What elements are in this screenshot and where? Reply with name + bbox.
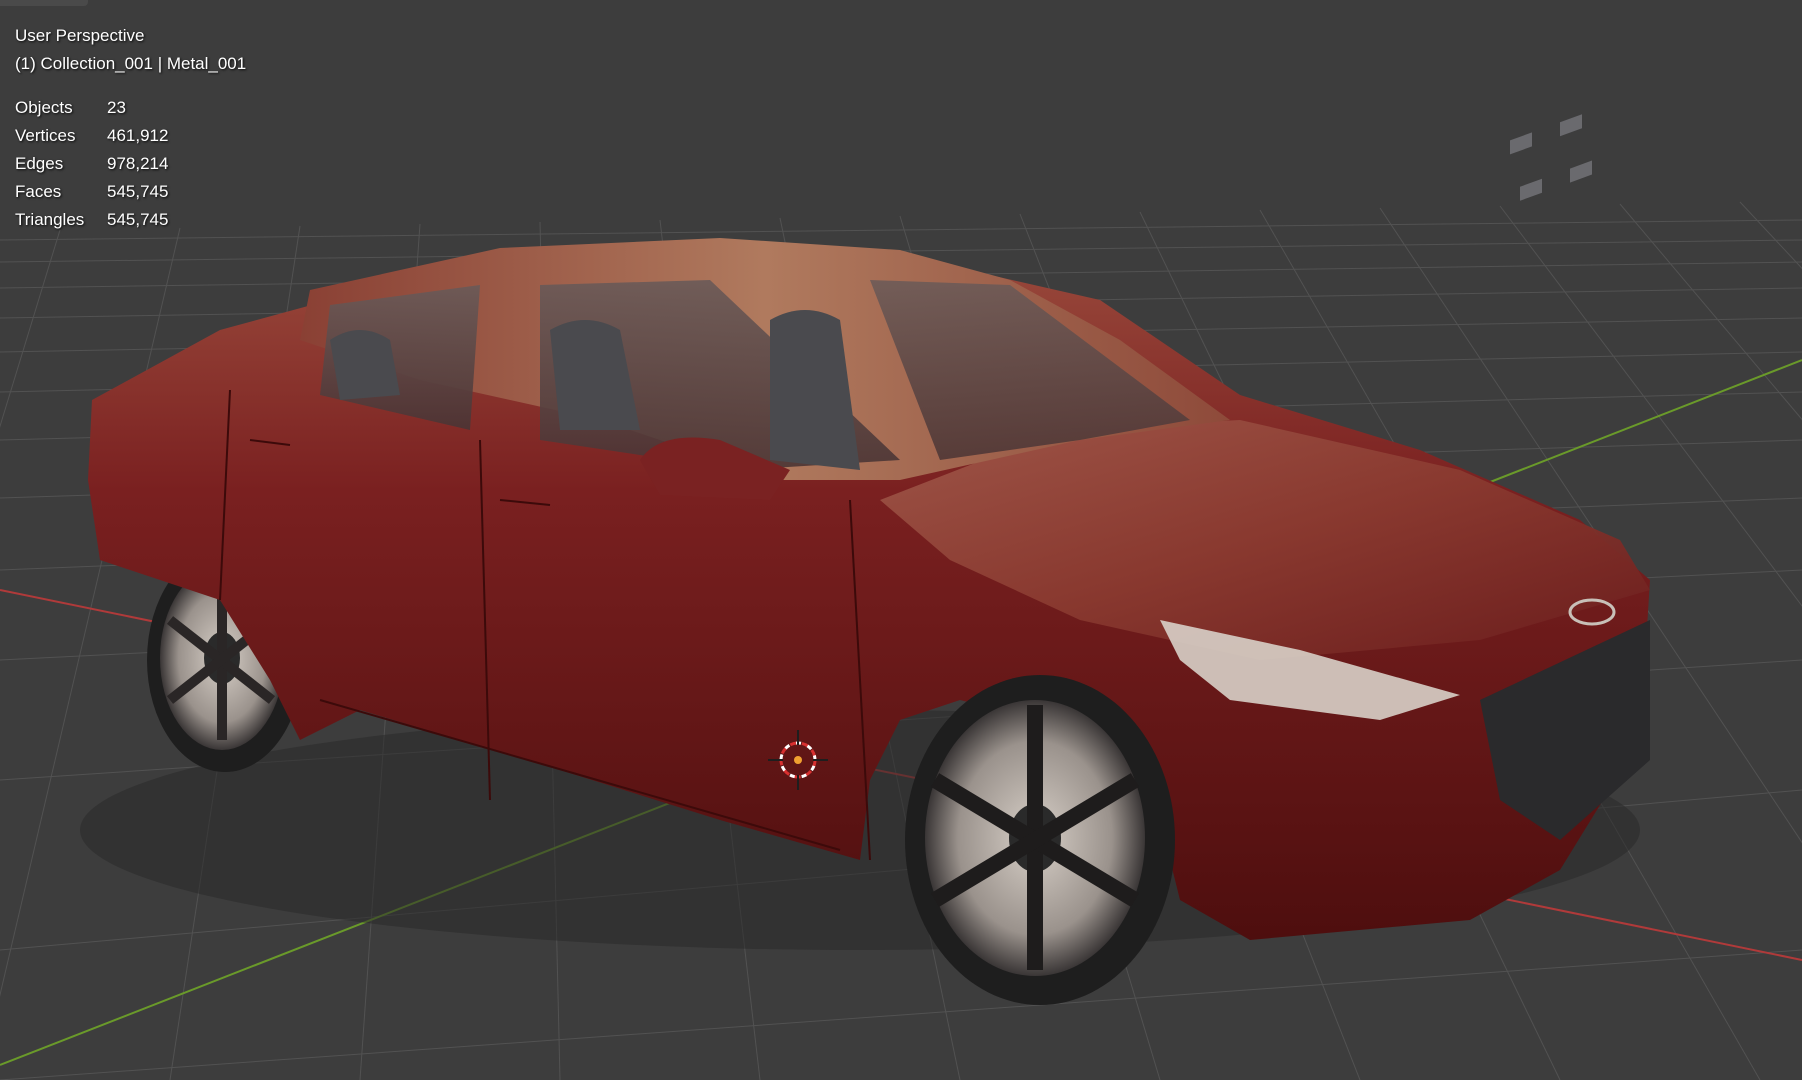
stat-row-triangles: Triangles 545,745 [15, 206, 168, 234]
view-mode-label: User Perspective [15, 26, 145, 45]
viewport-text-overlay: User Perspective (1) Collection_001 | Me… [15, 22, 246, 234]
stat-row-faces: Faces 545,745 [15, 178, 168, 206]
origin-point-icon [794, 756, 802, 764]
stat-label: Faces [15, 182, 62, 201]
stat-label: Edges [15, 154, 64, 173]
stat-label: Triangles [15, 210, 85, 229]
stat-row-objects: Objects 23 [15, 94, 168, 122]
header-corner-tab[interactable] [0, 0, 88, 6]
stat-label: Vertices [15, 126, 76, 145]
stat-value: 978,214 [107, 154, 169, 173]
stat-row-vertices: Vertices 461,912 [15, 122, 168, 150]
3d-viewport[interactable]: User Perspective (1) Collection_001 | Me… [0, 0, 1802, 1080]
stat-label: Objects [15, 98, 73, 117]
stat-value: 545,745 [107, 182, 169, 201]
front-wheel [905, 675, 1175, 1005]
stat-value: 23 [107, 98, 126, 117]
stat-value: 545,745 [107, 210, 169, 229]
scene-statistics: Objects 23 Vertices 461,912 Edges 978,21… [15, 94, 168, 234]
viewport-scene[interactable] [0, 0, 1802, 1080]
stat-value: 461,912 [107, 126, 169, 145]
stat-row-edges: Edges 978,214 [15, 150, 168, 178]
active-object-context: (1) Collection_001 | Metal_001 [15, 54, 247, 73]
